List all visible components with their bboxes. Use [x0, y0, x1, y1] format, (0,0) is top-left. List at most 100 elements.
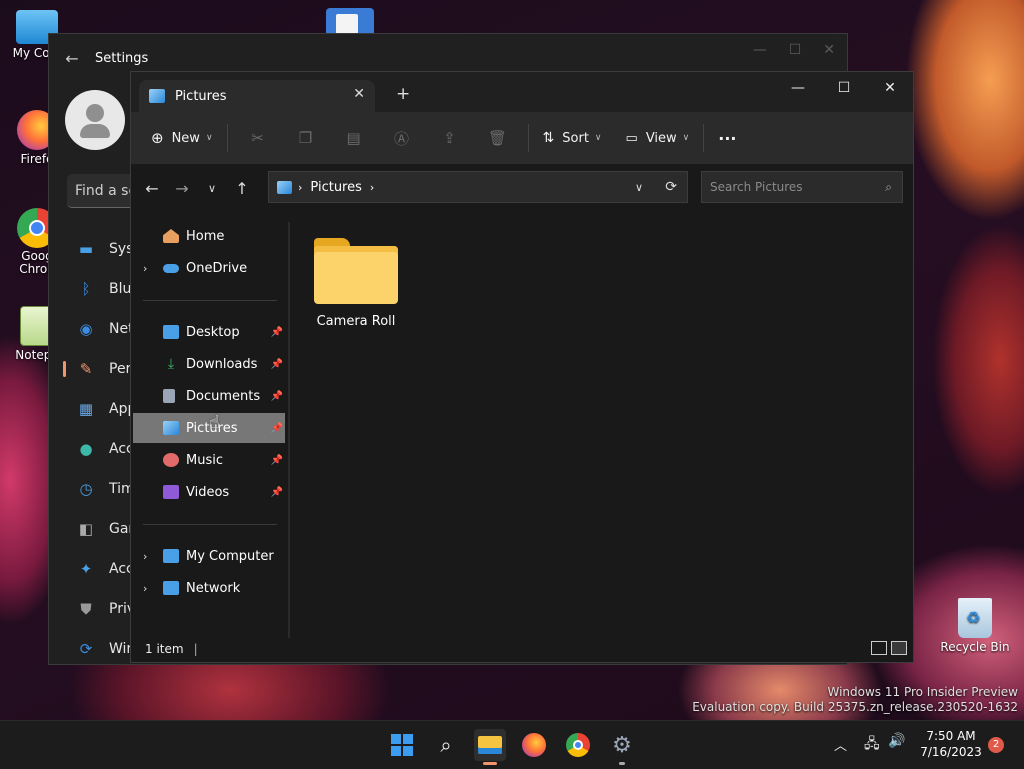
maximize-icon[interactable]: ☐	[821, 72, 867, 104]
pin-icon[interactable]: 📌	[271, 487, 283, 498]
folder-icon	[314, 238, 398, 304]
settings-nav-time[interactable]: ◷ Tim	[65, 469, 140, 509]
forward-arrow-icon[interactable]: →	[167, 179, 197, 198]
breadcrumb-separator-icon[interactable]: ›	[370, 181, 374, 194]
new-button[interactable]: ⊕ New ∨	[143, 122, 221, 154]
settings-nav-gaming[interactable]: ◧ Gan	[65, 509, 140, 549]
start-button[interactable]	[386, 729, 418, 761]
settings-nav-accounts[interactable]: ● Acc	[65, 429, 140, 469]
avatar[interactable]	[65, 90, 125, 150]
settings-nav-windows-update[interactable]: ⟳ Wir	[65, 629, 140, 669]
pin-icon[interactable]: 📌	[271, 327, 283, 338]
pane-divider[interactable]	[288, 222, 290, 638]
nav-item-my-computer[interactable]: › My Computer	[133, 541, 285, 571]
refresh-icon[interactable]: ⟳	[665, 179, 677, 195]
bluetooth-icon: ᛒ	[81, 280, 91, 298]
music-icon	[163, 453, 179, 467]
search-button[interactable]: ⌕	[430, 729, 462, 761]
nav-item-downloads[interactable]: ⤓ Downloads 📌	[133, 349, 285, 379]
settings-nav-network[interactable]: ◉ Net	[65, 309, 140, 349]
nav-divider	[143, 524, 277, 525]
breadcrumb-separator-icon: ›	[298, 180, 303, 194]
pin-icon[interactable]: 📌	[271, 359, 283, 370]
settings-nav-system[interactable]: ▬ Syst	[65, 229, 140, 269]
delete-icon[interactable]: 🗑	[474, 129, 522, 147]
recent-locations-chevron-icon[interactable]: ∨	[197, 182, 227, 195]
address-bar[interactable]: › Pictures › ∨ ⟳	[268, 171, 688, 203]
address-history-chevron-icon[interactable]: ∨	[635, 181, 643, 194]
desktop-app-icon-top[interactable]	[326, 8, 374, 36]
settings-nav-apps[interactable]: ▦ App	[65, 389, 140, 429]
expand-chevron-icon[interactable]: ›	[143, 262, 147, 275]
taskbar-firefox[interactable]	[518, 729, 550, 761]
taskbar-file-explorer[interactable]	[474, 729, 506, 765]
nav-item-videos[interactable]: Videos 📌	[133, 477, 285, 507]
large-icons-view-icon[interactable]	[891, 641, 907, 655]
account-icon: ●	[79, 440, 93, 458]
nav-item-home[interactable]: Home	[133, 221, 285, 251]
taskbar: ⌕ ⚙ ︿ 🖧 🔊 7:50 AM 7/16/2023 2	[0, 720, 1024, 769]
pin-icon[interactable]: 📌	[271, 391, 283, 402]
share-icon[interactable]: ⇪	[426, 129, 474, 147]
explorer-tabbar[interactable]: Pictures ✕ + — ☐ ✕	[131, 72, 913, 112]
view-label: View	[645, 130, 677, 146]
pin-icon[interactable]: 📌	[271, 455, 283, 466]
nav-item-documents[interactable]: Documents 📌	[133, 381, 285, 411]
rename-icon[interactable]: Ⓐ	[378, 128, 426, 149]
back-arrow-icon[interactable]: ←	[137, 179, 167, 198]
close-icon[interactable]: ✕	[823, 42, 835, 58]
settings-nav-privacy[interactable]: ⛊ Priv	[65, 589, 140, 629]
time-icon: ◷	[79, 480, 93, 498]
network-status-icon[interactable]: 🖧	[864, 733, 880, 757]
folder-item[interactable]: Camera Roll	[311, 238, 401, 329]
expand-chevron-icon[interactable]: ›	[143, 550, 147, 563]
minimize-icon[interactable]: —	[753, 42, 767, 58]
settings-nav-personalization[interactable]: ✎ Pers	[63, 349, 140, 389]
windows-logo-icon	[391, 734, 413, 756]
up-arrow-icon[interactable]: ↑	[227, 179, 257, 198]
settings-nav-accessibility[interactable]: ✦ Acc	[65, 549, 140, 589]
back-arrow-icon[interactable]: ←	[49, 49, 95, 68]
pictures-icon	[277, 180, 292, 194]
new-tab-button[interactable]: +	[396, 84, 410, 104]
notification-badge[interactable]: 2	[988, 737, 1004, 753]
close-tab-icon[interactable]: ✕	[353, 86, 365, 102]
active-app-indicator	[483, 762, 497, 765]
details-view-icon[interactable]	[871, 641, 887, 655]
search-input[interactable]: Search Pictures ⌕	[701, 171, 903, 203]
status-item-count: 1 item	[145, 642, 184, 656]
volume-icon[interactable]: 🔊	[888, 733, 905, 749]
clock[interactable]: 7:50 AM 7/16/2023	[916, 728, 986, 760]
search-icon: ⌕	[440, 733, 452, 757]
copy-icon[interactable]: ❐	[282, 129, 330, 147]
settings-window-controls: — ☐ ✕	[753, 42, 835, 58]
cut-icon[interactable]: ✂	[234, 129, 282, 147]
maximize-icon[interactable]: ☐	[789, 42, 802, 58]
videos-icon	[163, 485, 179, 499]
show-hidden-icons-chevron-icon[interactable]: ︿	[834, 735, 847, 754]
minimize-icon[interactable]: —	[775, 72, 821, 104]
status-separator: |	[193, 642, 198, 656]
settings-nav-bluetooth[interactable]: ᛒ Blue	[65, 269, 140, 309]
view-button[interactable]: ▭ View ∨	[618, 122, 698, 154]
firefox-icon	[522, 733, 546, 757]
file-explorer-window[interactable]: Pictures ✕ + — ☐ ✕ ⊕ New ∨ ✂ ❐ ▤ Ⓐ ⇪ 🗑 ⇅…	[130, 71, 914, 663]
pin-icon[interactable]: 📌	[271, 423, 283, 434]
tab-pictures[interactable]: Pictures ✕	[139, 80, 375, 112]
nav-item-music[interactable]: Music 📌	[133, 445, 285, 475]
paste-icon[interactable]: ▤	[330, 129, 378, 147]
nav-item-label: Desktop	[186, 324, 240, 340]
nav-item-desktop[interactable]: Desktop 📌	[133, 317, 285, 347]
breadcrumb-pictures[interactable]: Pictures	[310, 180, 361, 195]
view-icon: ▭	[625, 130, 638, 146]
taskbar-settings[interactable]: ⚙	[606, 729, 638, 765]
sort-button[interactable]: ⇅ Sort ∨	[535, 122, 610, 154]
close-icon[interactable]: ✕	[867, 72, 913, 104]
nav-item-network[interactable]: › Network	[133, 573, 285, 603]
file-explorer-icon	[478, 736, 502, 754]
more-options-button[interactable]: ···	[710, 122, 744, 154]
recycle-bin[interactable]: ♻ Recycle Bin	[940, 598, 1010, 654]
expand-chevron-icon[interactable]: ›	[143, 582, 147, 595]
nav-item-onedrive[interactable]: › OneDrive	[133, 253, 285, 283]
taskbar-chrome[interactable]	[562, 729, 594, 761]
